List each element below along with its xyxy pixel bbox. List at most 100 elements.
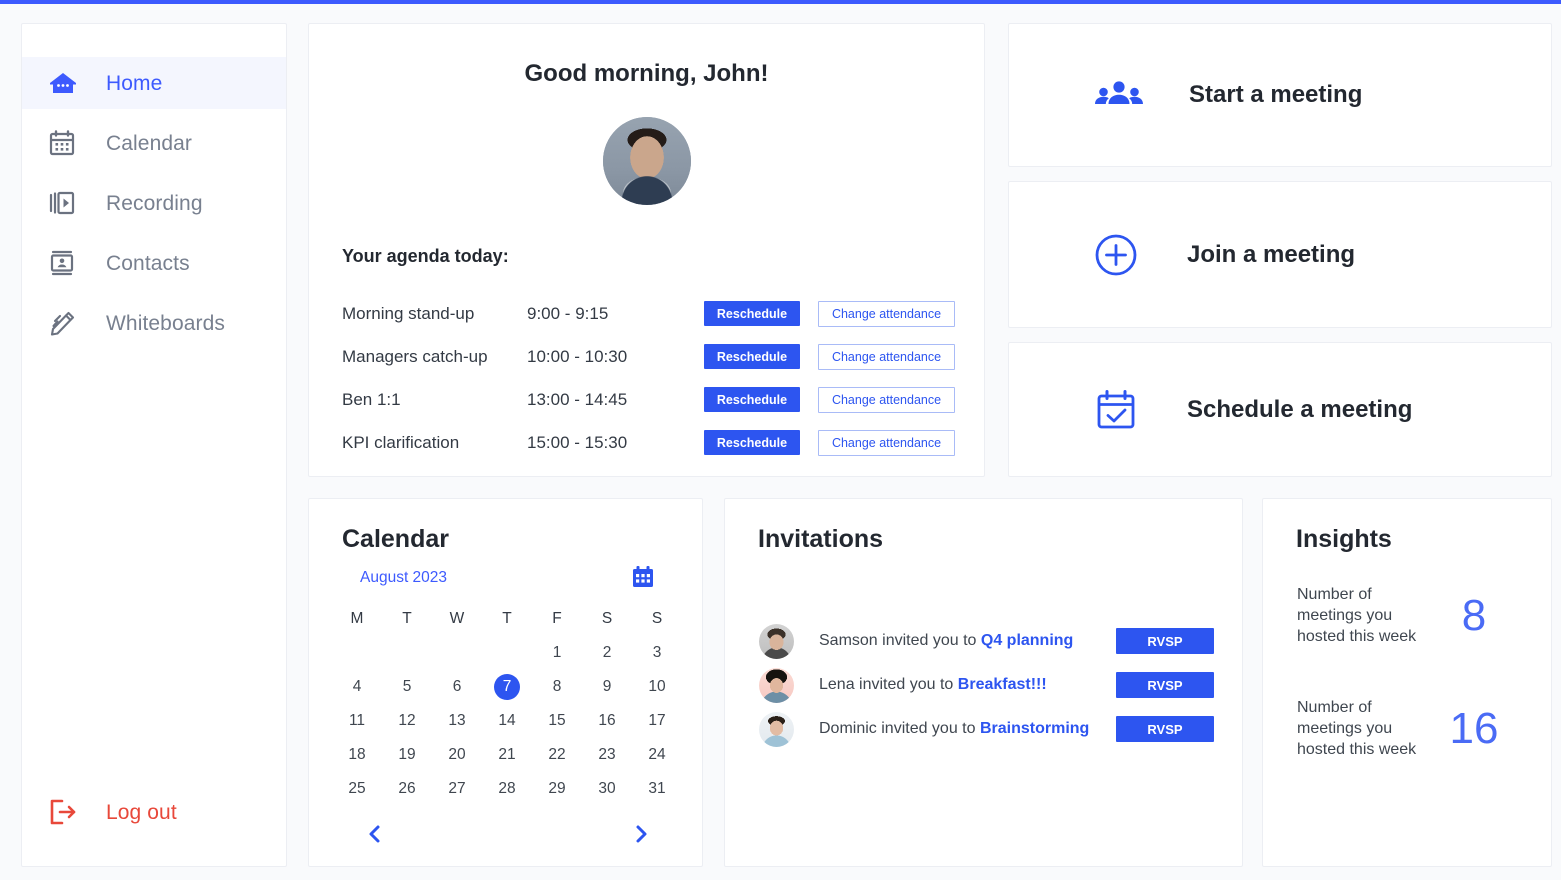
change-attendance-button[interactable]: Change attendance	[818, 300, 955, 327]
calendar-day[interactable]: 1	[532, 636, 582, 670]
calendar-day[interactable]: 9	[582, 670, 632, 704]
calendar-picker-icon[interactable]	[631, 565, 655, 589]
reschedule-button[interactable]: Reschedule	[704, 387, 800, 412]
calendar-day-number: 31	[648, 780, 666, 797]
whiteboard-icon	[48, 308, 82, 338]
change-attendance-button[interactable]: Change attendance	[818, 429, 955, 456]
calendar-day-selected[interactable]: 7	[482, 670, 532, 704]
calendar-day[interactable]: 30	[582, 772, 632, 806]
calendar-day-number: 27	[448, 780, 466, 797]
calendar-day[interactable]: 15	[532, 704, 582, 738]
calendar-day[interactable]: 4	[332, 670, 382, 704]
agenda-meeting-time: 9:00 - 9:15	[527, 303, 609, 323]
calendar-day[interactable]: 6	[432, 670, 482, 704]
calendar-day[interactable]: 25	[332, 772, 382, 806]
schedule-meeting-card[interactable]: Schedule a meeting	[1008, 342, 1552, 477]
calendar-day[interactable]: 12	[382, 704, 432, 738]
calendar-dow-header: T	[402, 610, 412, 627]
calendar-day-number: 24	[648, 746, 666, 763]
join-meeting-label: Join a meeting	[1187, 240, 1356, 268]
calendar-day-number: 19	[398, 746, 416, 763]
join-meeting-card[interactable]: Join a meeting	[1008, 181, 1552, 328]
calendar-day[interactable]: 18	[332, 738, 382, 772]
calendar-day[interactable]: 26	[382, 772, 432, 806]
sidebar-item-label: Recording	[106, 191, 203, 215]
sidebar-item-label: Home	[106, 71, 163, 95]
avatar	[602, 117, 691, 205]
calendar-empty-cell	[382, 636, 432, 670]
calendar-day[interactable]: 14	[482, 704, 532, 738]
calendar-day[interactable]: 17	[632, 704, 682, 738]
insights-title: Insights	[1296, 525, 1392, 553]
invitation-meeting-link[interactable]: Breakfast!!!	[958, 676, 1047, 693]
invitations-card: Invitations Samson invited you to Q4 pla…	[724, 498, 1243, 867]
invitation-text: Lena invited you to Breakfast!!!	[819, 676, 1047, 694]
change-attendance-button[interactable]: Change attendance	[818, 386, 955, 413]
calendar-day-number: 14	[498, 712, 516, 729]
schedule-meeting-label: Schedule a meeting	[1187, 395, 1413, 423]
calendar-day[interactable]: 11	[332, 704, 382, 738]
calendar-day[interactable]: 10	[632, 670, 682, 704]
chevron-right-icon[interactable]	[632, 824, 650, 844]
calendar-empty-cell	[482, 636, 532, 670]
sidebar-item-label: Contacts	[106, 251, 190, 275]
reschedule-button[interactable]: Reschedule	[704, 344, 800, 369]
calendar-day-number: 18	[348, 746, 366, 763]
sidebar-item-home[interactable]: Home	[22, 57, 286, 109]
calendar-day-number: 30	[598, 780, 616, 797]
calendar-day[interactable]: 22	[532, 738, 582, 772]
agenda-row: Managers catch-up 10:00 - 10:30 Reschedu…	[342, 335, 957, 378]
avatar	[759, 711, 794, 747]
calendar-day[interactable]: 31	[632, 772, 682, 806]
rvsp-button[interactable]: RVSP	[1116, 672, 1214, 698]
chevron-left-icon[interactable]	[366, 824, 384, 844]
agenda-list: Morning stand-up 9:00 - 9:15 Reschedule …	[342, 292, 957, 464]
calendar-month-label[interactable]: August 2023	[360, 569, 447, 587]
insight-value: 8	[1461, 590, 1487, 640]
start-meeting-card[interactable]: Start a meeting	[1008, 23, 1552, 167]
calendar-day[interactable]: 16	[582, 704, 632, 738]
rvsp-button[interactable]: RVSP	[1116, 628, 1214, 654]
sidebar-item-calendar[interactable]: Calendar	[22, 117, 286, 169]
calendar-day-number: 21	[498, 746, 516, 763]
calendar-day-number: 29	[548, 780, 566, 797]
sidebar-item-recording[interactable]: Recording	[22, 177, 286, 229]
agenda-meeting-name: Ben 1:1	[342, 389, 401, 409]
calendar-day[interactable]: 19	[382, 738, 432, 772]
calendar-day[interactable]: 13	[432, 704, 482, 738]
sidebar-item-whiteboards[interactable]: Whiteboards	[22, 297, 286, 349]
agenda-meeting-time: 15:00 - 15:30	[527, 432, 628, 452]
calendar-title: Calendar	[342, 525, 449, 553]
calendar-day[interactable]: 29	[532, 772, 582, 806]
change-attendance-button[interactable]: Change attendance	[818, 343, 955, 370]
calendar-day[interactable]: 28	[482, 772, 532, 806]
invitations-title: Invitations	[758, 525, 884, 553]
calendar-dow-header: T	[502, 610, 512, 627]
insight-label: Number of meetings you hosted this week	[1297, 699, 1417, 758]
calendar-day[interactable]: 8	[532, 670, 582, 704]
calendar-day[interactable]: 2	[582, 636, 632, 670]
calendar-day[interactable]: 27	[432, 772, 482, 806]
reschedule-button[interactable]: Reschedule	[704, 430, 800, 455]
logout-button[interactable]: Log out	[48, 797, 177, 827]
calendar-day[interactable]: 3	[632, 636, 682, 670]
calendar-day[interactable]: 20	[432, 738, 482, 772]
sidebar-item-contacts[interactable]: Contacts	[22, 237, 286, 289]
invitation-meeting-link[interactable]: Q4 planning	[981, 632, 1073, 649]
insights-card: Insights Number of meetings you hosted t…	[1262, 498, 1552, 867]
reschedule-button[interactable]: Reschedule	[704, 301, 800, 326]
calendar-day[interactable]: 24	[632, 738, 682, 772]
invitation-meeting-link[interactable]: Brainstorming	[980, 720, 1089, 737]
calendar-day-number: 13	[448, 712, 466, 729]
greeting-card: Good morning, John! Your agenda today: M…	[308, 23, 985, 477]
calendar-day[interactable]: 21	[482, 738, 532, 772]
calendar-empty-cell	[332, 636, 382, 670]
calendar-day[interactable]: 23	[582, 738, 632, 772]
insight-value: 16	[1449, 703, 1499, 753]
calendar-day[interactable]: 5	[382, 670, 432, 704]
rvsp-button[interactable]: RVSP	[1116, 716, 1214, 742]
agenda-meeting-time: 13:00 - 14:45	[527, 389, 628, 409]
calendar-day-number: 16	[598, 712, 616, 729]
calendar-day-number: 2	[602, 644, 612, 661]
calendar-day-number: 28	[498, 780, 516, 797]
